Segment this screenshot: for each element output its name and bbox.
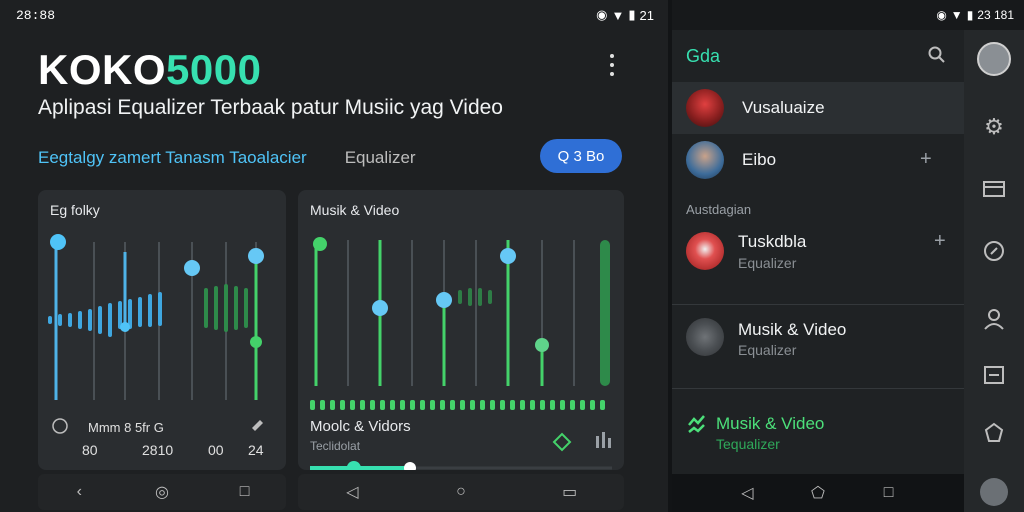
status-bar-right: ◉ ▼ ▮ 23 181 xyxy=(936,6,1014,24)
pill-button[interactable]: Q 3 Bo xyxy=(540,139,622,173)
avatar xyxy=(686,318,724,356)
tab-equalizer[interactable]: Equalizer xyxy=(345,148,416,168)
main-screen: 28:88 ◉ ▼ ▮ 21 KOKO5000 Aplipasi Equaliz… xyxy=(0,0,668,512)
progress-knob xyxy=(346,461,361,470)
user-icon[interactable] xyxy=(981,306,1007,332)
footer-value: 00 xyxy=(208,442,224,458)
overflow-menu-icon[interactable] xyxy=(604,52,620,78)
battery-icon: ▮ xyxy=(966,8,974,22)
tab-row: Eegtalgy zamert Tanasm Taoalacier Equali… xyxy=(38,139,628,173)
equalizer-icon xyxy=(688,415,705,433)
recents-icon[interactable]: □ xyxy=(234,481,256,503)
drawer-sub-item-label: Musik & Video xyxy=(738,320,847,339)
equalizer-card-right: Musik & Video Moolc & Vidors Teclidolat xyxy=(298,190,624,470)
avatar xyxy=(686,89,724,127)
equalizer-card-left: Eg folky Mmm 8 5fr G 80 2810 00 24 xyxy=(38,190,286,470)
settings-icon[interactable]: ⚙ xyxy=(981,114,1007,140)
app-title: KOKO5000 xyxy=(38,46,261,94)
navigation-drawer: Gda Vusaluaize Eibo + Austdagian Tuskdbl… xyxy=(672,30,964,512)
status-time-right: 23 181 xyxy=(977,8,1014,22)
divider xyxy=(672,388,964,389)
nav-bar-right: ◁ ○ ▭ xyxy=(298,474,624,510)
drawer-item-eibo[interactable]: Eibo + xyxy=(672,134,964,186)
drawer-header: Gda xyxy=(672,30,964,82)
avatar xyxy=(686,232,724,270)
circle-button-icon[interactable] xyxy=(980,478,1008,506)
profile-avatar-icon[interactable] xyxy=(977,42,1011,76)
wifi-icon: ▼ xyxy=(611,7,625,23)
drawer-item-visualize[interactable]: Vusaluaize xyxy=(672,82,964,134)
recents-icon[interactable]: ▭ xyxy=(559,481,581,503)
nav-bar-drawer: ◁ ⬠ □ xyxy=(672,474,964,512)
footer-value: 2810 xyxy=(142,442,174,458)
drawer-brand: Gda xyxy=(686,45,721,66)
active-item-label: Musik & Video xyxy=(716,414,825,433)
back-icon[interactable]: ◁ xyxy=(736,482,758,504)
side-rail: ⚙ xyxy=(964,30,1024,512)
home-icon[interactable]: ○ xyxy=(450,481,472,503)
section-header: Austdagian xyxy=(686,202,752,217)
status-icons: ◉ ▼ ▮ 21 xyxy=(596,6,654,24)
footer-value: 80 xyxy=(82,442,98,458)
back-icon[interactable]: ◁ xyxy=(341,481,363,503)
divider xyxy=(672,304,964,305)
status-battery-text: 21 xyxy=(639,7,654,23)
progress-end-knob xyxy=(404,462,416,470)
search-icon[interactable] xyxy=(928,46,946,64)
add-icon[interactable]: + xyxy=(920,148,932,171)
compass-icon[interactable] xyxy=(981,238,1007,264)
app-title-accent: 5000 xyxy=(166,46,262,93)
drawer-sub-item[interactable]: Tuskdbla Equalizer + xyxy=(672,224,964,300)
footer-value: 24 xyxy=(248,442,264,458)
nav-bar-left: ‹ ◎ □ xyxy=(38,474,286,510)
add-icon[interactable]: + xyxy=(934,230,946,253)
app-title-prefix: KOKO xyxy=(38,46,166,93)
drawer-screen: ◉ ▼ ▮ 23 181 Gda Vusaluaize Eibo + Austd… xyxy=(672,0,1024,512)
card-icon[interactable] xyxy=(981,176,1007,202)
active-item-sub: Tequalizer xyxy=(716,436,780,452)
drawer-sub-item-label: Tuskdbla xyxy=(738,232,807,251)
drawer-item-active[interactable]: Musik & Video Tequalizer xyxy=(672,406,964,460)
shield-icon[interactable] xyxy=(981,420,1007,446)
status-time: 28:88 xyxy=(16,7,56,23)
home-icon[interactable]: ⬠ xyxy=(807,482,829,504)
drawer-sub-item[interactable]: Musik & Video Equalizer xyxy=(672,308,964,378)
card-right-footer-sub: Teclidolat xyxy=(310,439,361,453)
inbox-icon[interactable] xyxy=(981,362,1007,388)
battery-icon: ▮ xyxy=(628,7,636,22)
drawer-item-label: Eibo xyxy=(742,150,777,169)
card-right-footer-label: Moolc & Vidors xyxy=(310,418,411,435)
app-subtitle: Aplipasi Equalizer Terbaak patur Musiic … xyxy=(38,96,503,119)
wifi-icon: ▼ xyxy=(950,8,963,22)
signal-icon: ◉ xyxy=(596,7,608,22)
signal-icon: ◉ xyxy=(936,8,947,22)
recents-icon[interactable]: □ xyxy=(878,482,900,504)
home-icon[interactable]: ◎ xyxy=(151,481,173,503)
tab-main[interactable]: Eegtalgy zamert Tanasm Taoalacier xyxy=(38,148,307,168)
drawer-item-label: Vusaluaize xyxy=(742,98,825,117)
drawer-sub-item-sub: Equalizer xyxy=(738,342,797,358)
avatar xyxy=(686,141,724,179)
drawer-sub-item-sub: Equalizer xyxy=(738,255,797,271)
card-left-footer-label: Mmm 8 5fr G xyxy=(88,420,164,435)
back-icon[interactable]: ‹ xyxy=(68,481,90,503)
